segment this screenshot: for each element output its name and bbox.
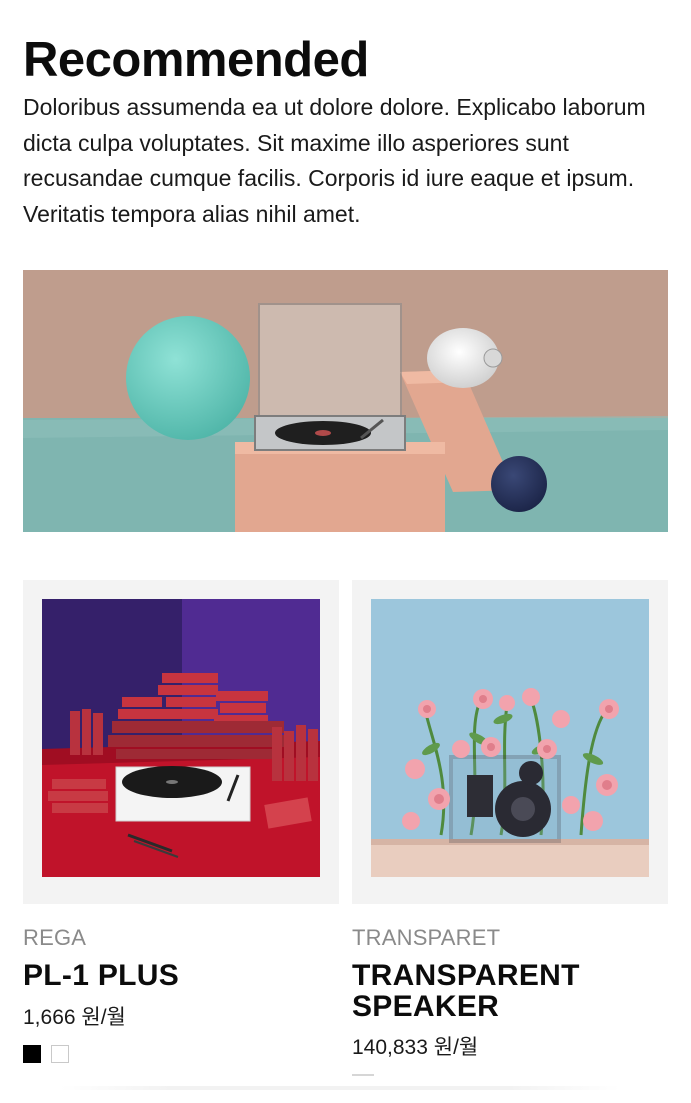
color-swatches (23, 1045, 69, 1063)
product-card[interactable]: TRANSPARET TRANSPARENT SPEAKER 140,833 원… (352, 580, 668, 1076)
swatch-white[interactable] (51, 1045, 69, 1063)
hero-image[interactable] (23, 270, 668, 532)
swatch-placeholder (352, 1074, 374, 1076)
turntable-photo (42, 599, 320, 877)
section-title: Recommended (23, 33, 369, 87)
swatch-black[interactable] (23, 1045, 41, 1063)
product-card[interactable]: REGA PL-1 PLUS 1,666 원/월 (23, 580, 339, 1063)
section-description: Doloribus assumenda ea ut dolore dolore.… (23, 94, 646, 227)
speaker-photo (371, 599, 649, 877)
scroll-fade (60, 1086, 620, 1090)
product-price: 1,666 원/월 (23, 1006, 126, 1029)
product-image[interactable] (371, 599, 649, 877)
product-image-frame[interactable] (352, 580, 668, 904)
product-brand: TRANSPARET (352, 925, 501, 950)
product-name[interactable]: PL-1 PLUS (23, 960, 339, 991)
product-name[interactable]: TRANSPARENT SPEAKER (352, 960, 668, 1022)
product-image-frame[interactable] (23, 580, 339, 904)
hero-illustration (23, 270, 668, 532)
product-price: 140,833 원/월 (352, 1036, 479, 1059)
product-brand: REGA (23, 925, 87, 950)
product-image[interactable] (42, 599, 320, 877)
